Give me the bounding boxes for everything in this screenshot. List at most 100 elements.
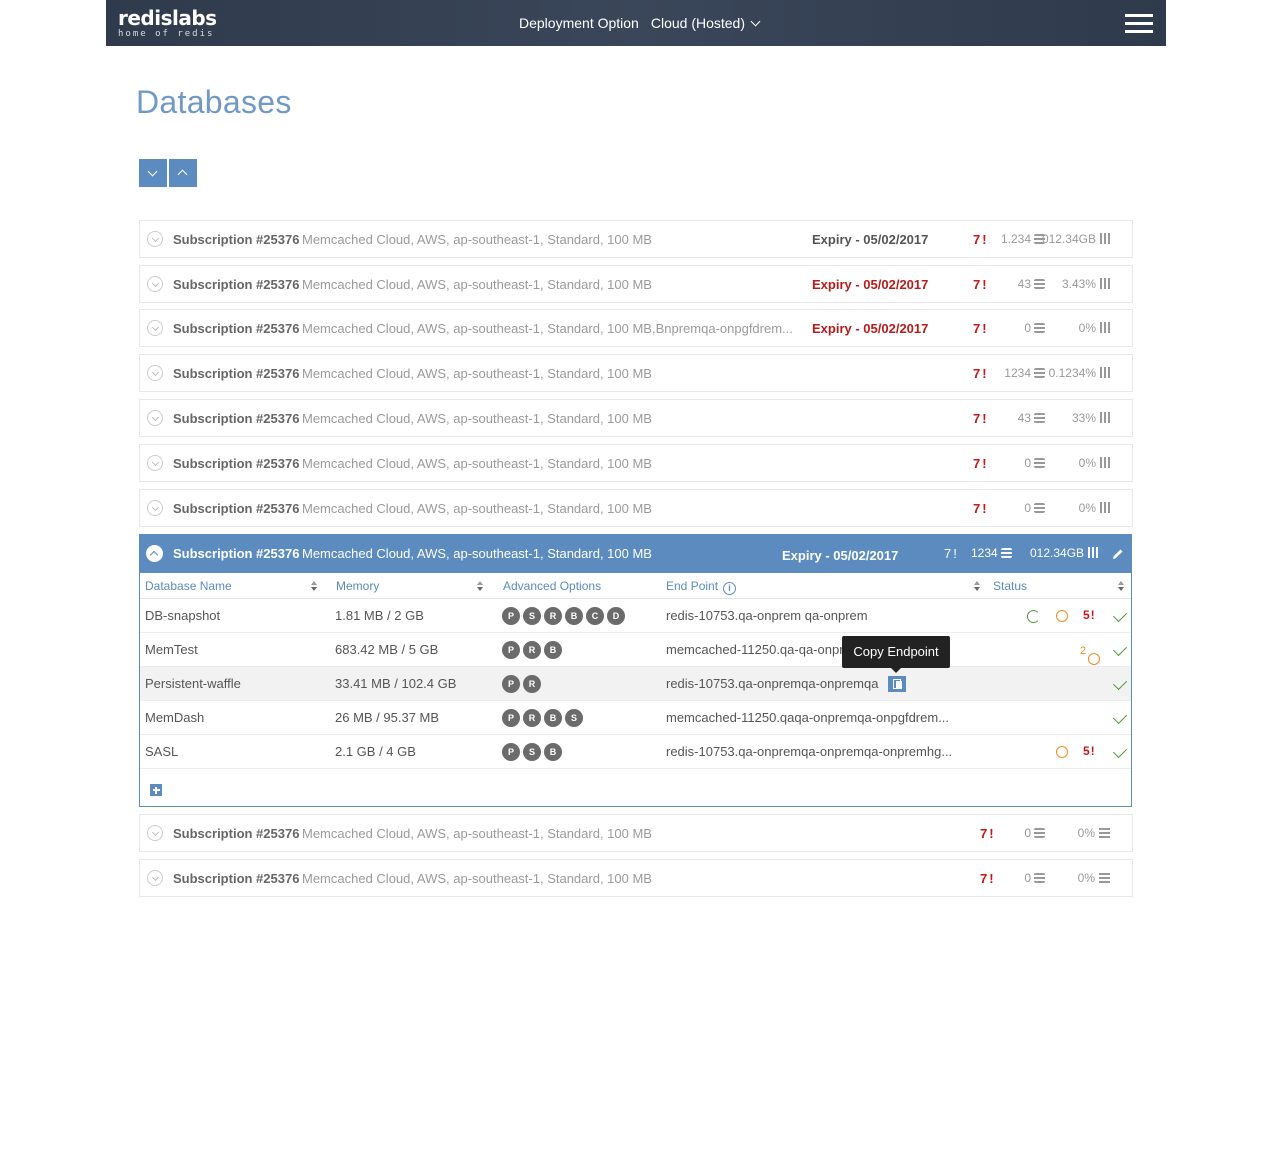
usage-value: 0.1234% bbox=[1049, 366, 1110, 380]
expand-toggle-icon[interactable] bbox=[147, 870, 163, 886]
column-memory[interactable]: Memory bbox=[336, 579, 379, 593]
expand-toggle-icon[interactable] bbox=[147, 455, 163, 471]
database-count-value: 1.234 bbox=[1000, 232, 1031, 246]
add-database-button[interactable] bbox=[150, 784, 162, 796]
column-status[interactable]: Status bbox=[993, 579, 1027, 593]
database-stack-icon bbox=[1034, 368, 1045, 378]
database-count: 0 bbox=[1024, 826, 1045, 840]
usage-value: 012.34GB bbox=[1030, 546, 1099, 560]
database-count: 43 bbox=[1018, 277, 1045, 291]
edit-pencil-icon[interactable] bbox=[1112, 548, 1124, 560]
database-stack-icon bbox=[1034, 873, 1045, 883]
alerts-count: 7! bbox=[973, 232, 989, 247]
usage-value: 3.43% bbox=[1062, 277, 1110, 291]
option-sasl-badge: S bbox=[523, 607, 541, 625]
database-name[interactable]: MemTest bbox=[145, 642, 198, 657]
expand-toggle-icon[interactable] bbox=[147, 320, 163, 336]
database-count: 1234 bbox=[1004, 366, 1045, 380]
sort-icon[interactable] bbox=[974, 581, 981, 592]
subscription-description: Memcached Cloud, AWS, ap-southeast-1, St… bbox=[302, 232, 652, 247]
endpoint-text[interactable]: memcached-11250.qa-qa-onpr bbox=[666, 642, 844, 657]
table-row[interactable]: MemDash 26 MB / 95.37 MB P R B Smemcached-112… bbox=[140, 701, 1131, 735]
bar-chart-icon bbox=[1100, 278, 1110, 289]
expand-toggle-icon[interactable] bbox=[147, 365, 163, 381]
endpoint-text[interactable]: redis-10753.qa-onpremqa-onpremqa bbox=[666, 676, 878, 691]
database-count-value: 43 bbox=[1017, 277, 1031, 291]
subscription-row[interactable]: Subscription #25376 Memcached Cloud, AWS,… bbox=[139, 354, 1133, 392]
database-table-header: Database Name Memory Advanced Options En… bbox=[140, 573, 1131, 599]
database-name[interactable]: MemDash bbox=[145, 710, 204, 725]
database-stack-icon bbox=[1034, 413, 1045, 423]
sort-icon[interactable] bbox=[1118, 581, 1125, 592]
redislabs-logo[interactable]: redislabs home of redis bbox=[118, 7, 217, 39]
subscription-header-expanded[interactable]: Subscription #25376 Memcached Cloud, AWS… bbox=[140, 535, 1131, 573]
alerts-count: 7! bbox=[980, 826, 996, 841]
info-icon[interactable]: i bbox=[723, 582, 737, 595]
database-count-value: 0 bbox=[1024, 321, 1031, 335]
database-name[interactable]: Persistent-waffle bbox=[145, 676, 241, 691]
deployment-label: Deployment Option bbox=[519, 15, 639, 31]
hamburger-menu-icon[interactable] bbox=[1125, 14, 1153, 33]
advanced-options: PRBS bbox=[502, 709, 583, 727]
pending-count: 2 bbox=[1080, 642, 1101, 665]
pending-count-number: 2 bbox=[1080, 645, 1087, 657]
pending-circle-icon bbox=[1056, 610, 1068, 622]
database-stack-icon bbox=[1000, 548, 1012, 558]
database-count: 0 bbox=[1024, 871, 1045, 885]
deployment-select[interactable]: Cloud (Hosted) bbox=[651, 15, 761, 31]
chevron-down-icon bbox=[147, 166, 158, 177]
subscription-row[interactable]: Subscription #25376 Memcached Cloud, AWS,… bbox=[139, 265, 1133, 303]
expand-toggle-icon[interactable] bbox=[147, 276, 163, 292]
bar-chart-icon bbox=[1100, 502, 1110, 513]
subscription-row[interactable]: Subscription #25376 Memcached Cloud, AWS,… bbox=[139, 399, 1133, 437]
subscription-name: Subscription #25376 bbox=[173, 277, 300, 292]
expiry-date: Expiry - 05/02/2017 bbox=[782, 548, 899, 563]
memory-usage: 33.41 MB / 102.4 GB bbox=[335, 676, 457, 691]
bar-chart-icon bbox=[1100, 322, 1110, 333]
expand-toggle-icon[interactable] bbox=[147, 231, 163, 247]
memory-usage: 683.42 MB / 5 GB bbox=[335, 642, 439, 657]
option-replication-badge: R bbox=[544, 607, 562, 625]
table-row[interactable]: Persistent-waffle 33.41 MB / 102.4 GB P Rre… bbox=[140, 667, 1131, 701]
subscription-row[interactable]: Subscription #25376 Memcached Cloud, AWS,… bbox=[139, 220, 1133, 258]
table-row[interactable]: DB-snapshot 1.81 MB / 2 GB P S R B C D redis-107… bbox=[140, 599, 1131, 633]
copy-endpoint-icon[interactable] bbox=[888, 676, 906, 692]
sort-icon[interactable] bbox=[311, 581, 318, 592]
table-row[interactable]: SASL 2.1 GB / 4 GB P S Bredis-10753.qa-onpre… bbox=[140, 735, 1131, 769]
endpoint-text[interactable]: redis-10753.qa-onpremqa-onpremqa-onpremh… bbox=[666, 744, 952, 759]
subscription-description: Memcached Cloud, AWS, ap-southeast-1, St… bbox=[302, 501, 652, 516]
table-row[interactable]: MemTest 683.42 MB / 5 GB P R Bmemcached-1125… bbox=[140, 633, 1131, 667]
expand-toggle-icon[interactable] bbox=[147, 825, 163, 841]
status-ok-check-icon bbox=[1112, 709, 1128, 725]
usage-value: 0% bbox=[1078, 826, 1110, 840]
collapse-all-button[interactable] bbox=[169, 159, 197, 187]
subscription-row[interactable]: Subscription #25376 Memcached Cloud, AWS,… bbox=[139, 859, 1133, 897]
chevron-down-icon bbox=[750, 16, 761, 27]
alerts-count: 7! bbox=[944, 546, 959, 561]
endpoint-text[interactable]: redis-10753.qa-onprem qa-onprem bbox=[666, 608, 868, 623]
column-database-name[interactable]: Database Name bbox=[145, 579, 232, 593]
expand-all-button[interactable] bbox=[139, 159, 167, 187]
memory-usage: 1.81 MB / 2 GB bbox=[335, 608, 424, 623]
database-name[interactable]: SASL bbox=[145, 744, 178, 759]
usage-text: 0.1234% bbox=[1048, 366, 1096, 380]
subscription-description: Memcached Cloud, AWS, ap-southeast-1, St… bbox=[302, 321, 793, 336]
collapse-toggle-icon[interactable] bbox=[146, 545, 163, 562]
subscription-row[interactable]: Subscription #25376 Memcached Cloud, AWS,… bbox=[139, 814, 1133, 852]
deployment-option: Deployment Option Cloud (Hosted) bbox=[519, 15, 761, 31]
expand-toggle-icon[interactable] bbox=[147, 500, 163, 516]
expand-toggle-icon[interactable] bbox=[147, 410, 163, 426]
subscription-row[interactable]: Subscription #25376 Memcached Cloud, AWS,… bbox=[139, 309, 1133, 347]
subscription-row[interactable]: Subscription #25376 Memcached Cloud, AWS,… bbox=[139, 489, 1133, 527]
alert-count: 5! bbox=[1083, 608, 1096, 622]
column-advanced-options: Advanced Options bbox=[503, 579, 602, 593]
database-name[interactable]: DB-snapshot bbox=[145, 608, 220, 623]
subscription-name: Subscription #25376 bbox=[173, 366, 300, 381]
pending-circle-icon bbox=[1088, 653, 1101, 665]
usage-text: 0% bbox=[1077, 826, 1095, 840]
sort-icon[interactable] bbox=[477, 581, 484, 592]
endpoint-text[interactable]: memcached-11250.qaqa-onpremqa-onpgfdrem.… bbox=[666, 710, 949, 725]
advanced-options: PSB bbox=[502, 743, 562, 761]
subscription-row[interactable]: Subscription #25376 Memcached Cloud, AWS,… bbox=[139, 444, 1133, 482]
advanced-options: PSRBCD bbox=[502, 607, 625, 625]
